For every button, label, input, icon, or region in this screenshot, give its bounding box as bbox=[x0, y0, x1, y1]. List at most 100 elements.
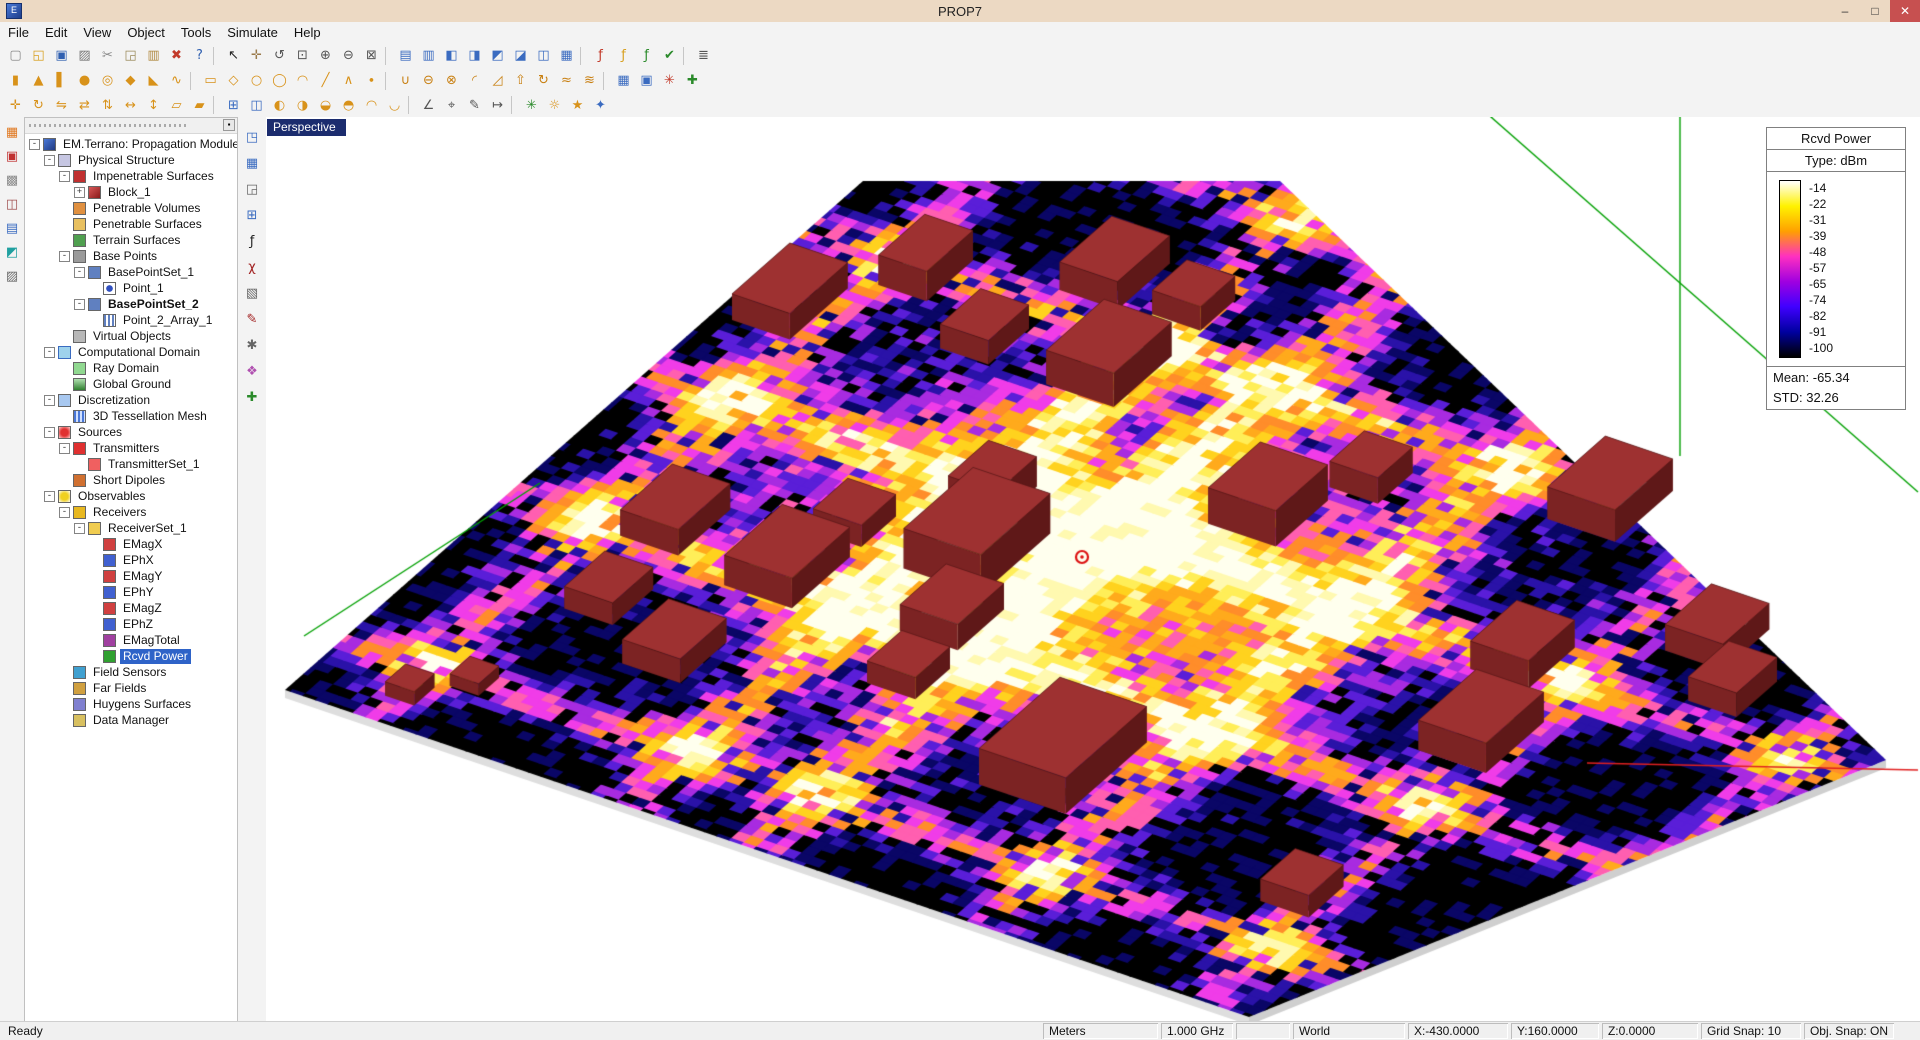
tree-item-label[interactable]: BasePointSet_1 bbox=[105, 265, 197, 280]
toolbar-view-right[interactable]: ◨ bbox=[463, 45, 486, 67]
toolbar-move[interactable]: ✛ bbox=[4, 94, 27, 116]
tree-expander-icon[interactable]: - bbox=[59, 443, 70, 454]
close-button[interactable]: ✕ bbox=[1890, 0, 1920, 22]
toolbar-project-mesh[interactable]: ⊞ bbox=[222, 94, 245, 116]
toolbar-sun[interactable]: ☼ bbox=[543, 94, 566, 116]
output-copy-view[interactable]: ◲ bbox=[240, 177, 264, 201]
toolbar-cut[interactable]: ✂ bbox=[96, 45, 119, 67]
toolbar-draw-box[interactable]: ▮ bbox=[4, 70, 27, 92]
toolbar-snap-target[interactable]: ⌖ bbox=[440, 94, 463, 116]
tree-expander-icon[interactable]: - bbox=[44, 395, 55, 406]
tree-item-label[interactable]: BasePointSet_2 bbox=[105, 297, 202, 312]
output-data-table[interactable]: ⊞ bbox=[240, 203, 264, 227]
tree-expander-icon[interactable]: - bbox=[44, 427, 55, 438]
tree-item-label[interactable]: Transmitters bbox=[90, 441, 162, 456]
toolbar-rotate-view[interactable]: ↺ bbox=[268, 45, 291, 67]
toolbar-view-back[interactable]: ◪ bbox=[509, 45, 532, 67]
tree-item-label[interactable]: EMagZ bbox=[120, 601, 165, 616]
toolbar-draw-point[interactable]: ∙ bbox=[360, 70, 383, 92]
toolbar-draw-torus[interactable]: ◎ bbox=[96, 70, 119, 92]
tree-item-label[interactable]: EPhY bbox=[120, 585, 157, 600]
output-chart-export[interactable]: ▧ bbox=[240, 281, 264, 305]
output-function-editor[interactable]: ƒ bbox=[240, 229, 264, 253]
tree-expander-icon[interactable]: - bbox=[59, 171, 70, 182]
tree-global-ground[interactable]: Global Ground bbox=[25, 376, 237, 392]
module-app-module-3[interactable]: ▩ bbox=[1, 169, 23, 191]
tree-basepointset-1[interactable]: - BasePointSet_1 bbox=[25, 264, 237, 280]
output-edit-brush[interactable]: ✎ bbox=[240, 307, 264, 331]
toolbar-surface-top[interactable]: ◐ bbox=[268, 94, 291, 116]
tree-item-label[interactable]: Impenetrable Surfaces bbox=[90, 169, 217, 184]
tree-expander-icon[interactable]: - bbox=[74, 523, 85, 534]
tree-observables[interactable]: - Observables bbox=[25, 488, 237, 504]
tree-item-label[interactable]: Ray Domain bbox=[90, 361, 162, 376]
toolbar-zoom-window[interactable]: ⊡ bbox=[291, 45, 314, 67]
tree-panel-collapse-button[interactable]: ▪ bbox=[223, 119, 235, 131]
output-domain-settings[interactable]: ◳ bbox=[240, 125, 264, 149]
toolbar-surface-right[interactable]: ◓ bbox=[337, 94, 360, 116]
toolbar-zoom-extents[interactable]: ⊠ bbox=[360, 45, 383, 67]
module-app-module-1[interactable]: ▦ bbox=[1, 121, 23, 143]
tree-expander-icon[interactable]: - bbox=[74, 267, 85, 278]
tree-receivers[interactable]: - Receivers bbox=[25, 504, 237, 520]
toolbar-dome[interactable]: ◠ bbox=[360, 94, 383, 116]
module-app-module-5[interactable]: ▤ bbox=[1, 217, 23, 239]
module-app-module-7[interactable]: ▨ bbox=[1, 265, 23, 287]
tree-expander-icon[interactable]: - bbox=[59, 251, 70, 262]
toolbar-stretch-v[interactable]: ↕ bbox=[142, 94, 165, 116]
toolbar-add-object[interactable]: ✚ bbox=[681, 70, 704, 92]
tree-sources[interactable]: - Sources bbox=[25, 424, 237, 440]
tree-item-label[interactable]: Observables bbox=[75, 489, 148, 504]
toolbar-draw-line[interactable]: ╱ bbox=[314, 70, 337, 92]
view-mode-badge[interactable]: Perspective bbox=[267, 119, 346, 136]
tree-impenetrable-surfaces[interactable]: - Impenetrable Surfaces bbox=[25, 168, 237, 184]
menu-help[interactable]: Help bbox=[286, 22, 329, 43]
toolbar-sweep[interactable]: ≈ bbox=[555, 70, 578, 92]
tree-item-label[interactable]: Sources bbox=[75, 425, 125, 440]
tree-item-label[interactable]: EPhX bbox=[120, 553, 157, 568]
tree-terrain-surfaces[interactable]: Terrain Surfaces bbox=[25, 232, 237, 248]
tree-expander-icon[interactable]: - bbox=[44, 155, 55, 166]
tree-item-label[interactable]: ReceiverSet_1 bbox=[105, 521, 190, 536]
tree-block-1[interactable]: + Block_1 bbox=[25, 184, 237, 200]
tree-tessellation-mesh[interactable]: 3D Tessellation Mesh bbox=[25, 408, 237, 424]
toolbar-view-bottom[interactable]: ▥ bbox=[417, 45, 440, 67]
tree-item-label[interactable]: Penetrable Surfaces bbox=[90, 217, 205, 232]
tree-item-label[interactable]: EM.Terrano: Propagation Module bbox=[60, 137, 237, 152]
toolbar-bool-subtract[interactable]: ⊖ bbox=[417, 70, 440, 92]
tree-transmitterset-1[interactable]: TransmitterSet_1 bbox=[25, 456, 237, 472]
menu-simulate[interactable]: Simulate bbox=[219, 22, 286, 43]
tree-far-fields[interactable]: Far Fields bbox=[25, 680, 237, 696]
output-settings[interactable]: ✱ bbox=[240, 333, 264, 357]
tree-item-label[interactable]: EPhZ bbox=[120, 617, 156, 632]
tree-item-label[interactable]: TransmitterSet_1 bbox=[105, 457, 203, 472]
tree-expander-icon[interactable]: - bbox=[59, 507, 70, 518]
module-app-module-2[interactable]: ▣ bbox=[1, 145, 23, 167]
toolbar-sparkle[interactable]: ✦ bbox=[589, 94, 612, 116]
toolbar-view-iso[interactable]: ◫ bbox=[532, 45, 555, 67]
toolbar-copy[interactable]: ◲ bbox=[119, 45, 142, 67]
toolbar-surface-left[interactable]: ◒ bbox=[314, 94, 337, 116]
toolbar-freq-sweep[interactable]: ƒ bbox=[612, 45, 635, 67]
toolbar-draw-plate[interactable]: ▭ bbox=[199, 70, 222, 92]
tree-point-1[interactable]: Point_1 bbox=[25, 280, 237, 296]
toolbar-view-top[interactable]: ▤ bbox=[394, 45, 417, 67]
tree-item-label[interactable]: Block_1 bbox=[105, 185, 154, 200]
tree-basepointset-2[interactable]: - BasePointSet_2 bbox=[25, 296, 237, 312]
tree-item-label[interactable]: Field Sensors bbox=[90, 665, 169, 680]
tree-item-label[interactable]: Short Dipoles bbox=[90, 473, 168, 488]
tree-physical-structure[interactable]: - Physical Structure bbox=[25, 152, 237, 168]
output-palette[interactable]: ❖ bbox=[240, 359, 264, 383]
toolbar-stretch-h[interactable]: ↔ bbox=[119, 94, 142, 116]
tree-receiverset-1[interactable]: - ReceiverSet_1 bbox=[25, 520, 237, 536]
tree-expander-icon[interactable]: - bbox=[44, 347, 55, 358]
toolbar-draw-polyline[interactable]: ∧ bbox=[337, 70, 360, 92]
tree-emagx[interactable]: EMagX bbox=[25, 536, 237, 552]
tree-item-label[interactable]: Point_1 bbox=[120, 281, 167, 296]
toolbar-bool-intersect[interactable]: ⊗ bbox=[440, 70, 463, 92]
tree-root[interactable]: - EM.Terrano: Propagation Module bbox=[25, 136, 237, 152]
toolbar-tree-view-toggle[interactable]: ≣ bbox=[692, 45, 715, 67]
toolbar-help[interactable]: ? bbox=[188, 45, 211, 67]
tree-item-label[interactable]: EMagX bbox=[120, 537, 165, 552]
toolbar-measure-angle[interactable]: ∠ bbox=[417, 94, 440, 116]
